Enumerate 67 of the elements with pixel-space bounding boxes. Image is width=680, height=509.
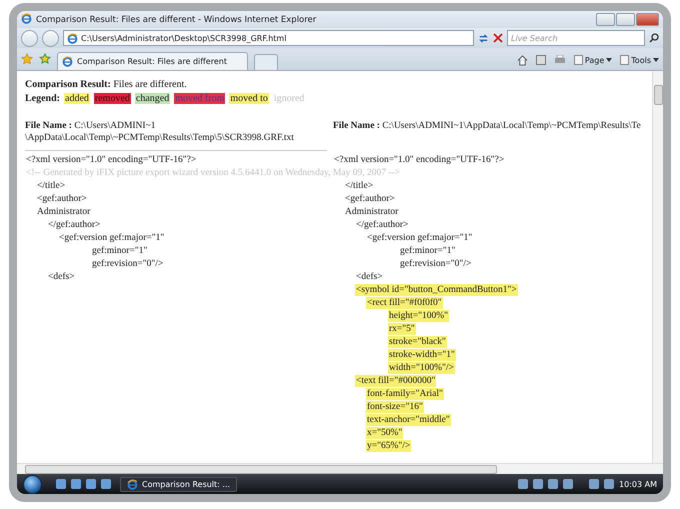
code-line: <defs> — [47, 271, 76, 283]
code-line: </gef:author> — [355, 219, 410, 231]
code-line: <gef:author> — [36, 193, 88, 205]
new-tab-button[interactable] — [254, 54, 278, 70]
add-favorite-icon[interactable] — [39, 53, 51, 65]
page-icon — [620, 55, 630, 65]
page-icon — [574, 55, 583, 65]
address-text: C:\Users\Administrator\Desktop\SCR3998_GRF.html — [81, 34, 286, 42]
tray-icon[interactable] — [548, 479, 558, 489]
ie-logo-icon — [62, 56, 73, 67]
minimize-button[interactable] — [596, 13, 615, 26]
tray-icon[interactable] — [563, 479, 574, 489]
refresh-icon[interactable] — [478, 32, 489, 44]
caret-icon — [653, 58, 659, 62]
code-line: <gef:version gef:major="1" — [366, 232, 474, 244]
tray-icon[interactable] — [533, 479, 544, 489]
ie-logo-icon — [127, 478, 138, 490]
comparison-result-text: Comparison Result: Files are different. — [25, 79, 188, 90]
code-line: <gef:version gef:major="1" — [58, 232, 166, 244]
toolbar-menu-button[interactable]: Page — [574, 55, 612, 65]
browser-tab[interactable]: Comparison Result: Files are different — [57, 52, 248, 70]
code-line: </title> — [36, 180, 66, 192]
legend-item: added — [64, 93, 90, 104]
code-line: <?xml version="1.0" encoding="UTF-16"?> — [25, 154, 198, 166]
close-icon[interactable] — [493, 33, 503, 43]
legend-label: Legend: — [25, 93, 60, 104]
back-button[interactable] — [21, 30, 38, 46]
file-name-text: File Name : C:\Users\ADMINI~1\AppData\Local\Temp\~PCMTemp\Results\Te — [333, 120, 642, 133]
tray-icon[interactable] — [589, 479, 600, 489]
code-line: gef:revision="0"/> — [399, 258, 472, 270]
code-line: gef:minor="1" — [399, 245, 456, 257]
printer-icon[interactable] — [554, 55, 566, 65]
tray-icon[interactable] — [604, 479, 614, 489]
star-icon[interactable] — [21, 53, 33, 65]
horizontal-scrollbar[interactable] — [17, 463, 663, 474]
tray-icon[interactable] — [518, 479, 528, 489]
code-line: </title> — [344, 180, 374, 192]
code-line: </gef:author> — [47, 219, 102, 231]
legend-item: ignored — [272, 93, 306, 104]
code-line: <defs> — [355, 271, 384, 283]
code-line: gef:minor="1" — [91, 245, 148, 257]
legend-item: moved from — [174, 93, 226, 104]
page-icon — [67, 32, 78, 44]
forward-button[interactable] — [42, 30, 59, 46]
window-title: Comparison Result: Files are different - Windows Internet Explorer — [36, 14, 316, 24]
address-field[interactable]: C:\Users\Administrator\Desktop\SCR3998_GRF.html — [63, 30, 474, 46]
taskbar-button[interactable]: Comparison Result: ... — [120, 476, 238, 492]
vertical-scrollbar[interactable] — [652, 71, 663, 463]
code-line: Administrator — [36, 206, 92, 218]
toolbar-menu-button[interactable]: Tools — [620, 55, 659, 65]
search-icon[interactable] — [649, 33, 659, 43]
caret-icon — [606, 58, 612, 62]
maximize-button[interactable] — [616, 13, 635, 26]
code-line: Administrator — [344, 206, 400, 218]
code-line: <!-- Generated by iFIX picture export wizard version 4.5.6441.0 on Wednesday, May 09, 2007 --> — [25, 167, 402, 179]
legend-item: changed — [134, 93, 170, 104]
legend-item: removed — [94, 93, 131, 104]
file-name-text: File Name : C:\Users\ADMINI~1 \AppData\Local\Temp\~PCMTemp\Results\Temp\5\SCR3998.GRF.txt — [25, 108, 327, 151]
code-line: gef:revision="0"/> — [91, 258, 164, 270]
ie-logo-icon — [21, 12, 32, 26]
code-line: <?xml version="1.0" encoding="UTF-16"?> — [333, 154, 506, 166]
start-button[interactable] — [23, 474, 42, 494]
close-button[interactable] — [636, 13, 659, 26]
clock: 10:03 AM — [619, 480, 657, 488]
code-line: <gef:author> — [344, 193, 396, 205]
legend-item: moved to — [229, 93, 269, 104]
home-icon[interactable] — [516, 54, 528, 66]
